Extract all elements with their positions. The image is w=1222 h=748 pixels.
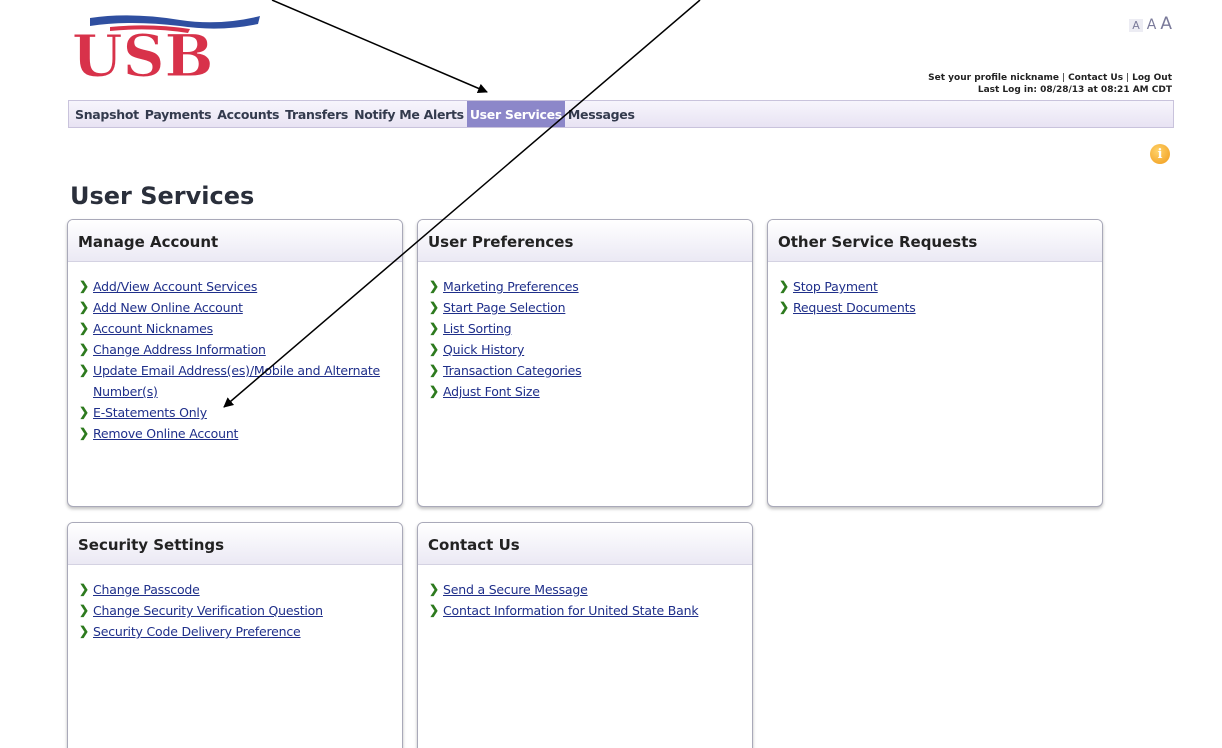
list-item: ❯ Quick History (429, 339, 742, 360)
list-item: ❯ Change Passcode (79, 579, 392, 600)
header-links: Set your profile nickname | Contact Us | Log… (928, 73, 1172, 95)
chevron-right-icon: ❯ (79, 321, 90, 335)
panel-title: User Preferences (418, 220, 752, 262)
chevron-right-icon: ❯ (79, 279, 90, 293)
chevron-right-icon: ❯ (79, 426, 90, 440)
chevron-right-icon: ❯ (79, 624, 90, 638)
set-nickname-link[interactable]: Set your profile nickname (928, 73, 1059, 83)
font-size-medium-button[interactable]: A (1147, 17, 1157, 33)
chevron-right-icon: ❯ (429, 321, 440, 335)
stop-payment-link[interactable]: Stop Payment (793, 276, 878, 297)
add-new-online-account-link[interactable]: Add New Online Account (93, 297, 243, 318)
account-nicknames-link[interactable]: Account Nicknames (93, 318, 213, 339)
nav-accounts[interactable]: Accounts (214, 101, 282, 127)
contact-us-link[interactable]: Contact Us (1068, 73, 1123, 83)
nav-notify-me-alerts[interactable]: Notify Me Alerts (351, 101, 467, 127)
send-secure-message-link[interactable]: Send a Secure Message (443, 579, 588, 600)
list-item: ❯ Add/View Account Services (79, 276, 392, 297)
nav-messages[interactable]: Messages (565, 101, 638, 127)
quick-history-link[interactable]: Quick History (443, 339, 524, 360)
list-item: ❯ Marketing Preferences (429, 276, 742, 297)
chevron-right-icon: ❯ (79, 603, 90, 617)
panel-title: Other Service Requests (768, 220, 1102, 262)
page-title: User Services (70, 182, 255, 210)
list-item: ❯ Security Code Delivery Preference (79, 621, 392, 642)
nav-user-services[interactable]: User Services (466, 101, 565, 127)
change-passcode-link[interactable]: Change Passcode (93, 579, 200, 600)
security-settings-panel: Security Settings ❯ Change Passcode ❯ Chan… (67, 522, 403, 748)
nav-snapshot[interactable]: Snapshot (69, 101, 142, 127)
font-size-control: A A A (1129, 14, 1172, 34)
info-icon[interactable]: i (1150, 144, 1170, 164)
list-item: ❯ List Sorting (429, 318, 742, 339)
nav-transfers[interactable]: Transfers (282, 101, 351, 127)
contact-information-link[interactable]: Contact Information for United State Ban… (443, 600, 699, 621)
chevron-right-icon: ❯ (79, 582, 90, 596)
other-service-requests-panel: Other Service Requests ❯ Stop Payment ❯ Re… (767, 219, 1103, 507)
security-code-delivery-link[interactable]: Security Code Delivery Preference (93, 621, 301, 642)
list-item: ❯ Transaction Categories (429, 360, 742, 381)
remove-online-account-link[interactable]: Remove Online Account (93, 423, 238, 444)
list-item: ❯ Contact Information for United State Ba… (429, 600, 742, 621)
font-size-large-button[interactable]: A (1160, 14, 1172, 34)
list-item: ❯ Send a Secure Message (429, 579, 742, 600)
list-item: ❯ Add New Online Account (79, 297, 392, 318)
contact-us-panel: Contact Us ❯ Send a Secure Message ❯ Conta… (417, 522, 753, 748)
list-item: ❯ Update Email Address(es)/Mobile and Alt… (79, 360, 392, 402)
log-out-link[interactable]: Log Out (1132, 73, 1172, 83)
panel-title: Security Settings (68, 523, 402, 565)
list-item: ❯ Remove Online Account (79, 423, 392, 444)
chevron-right-icon: ❯ (429, 603, 440, 617)
nav-payments[interactable]: Payments (142, 101, 214, 127)
update-email-link[interactable]: Update Email Address(es)/Mobile and Alte… (93, 360, 392, 402)
chevron-right-icon: ❯ (429, 582, 440, 596)
user-preferences-panel: User Preferences ❯ Marketing Preferences … (417, 219, 753, 507)
list-sorting-link[interactable]: List Sorting (443, 318, 512, 339)
panel-title: Manage Account (68, 220, 402, 262)
chevron-right-icon: ❯ (779, 300, 790, 314)
logo-text: USB (72, 22, 214, 84)
chevron-right-icon: ❯ (79, 342, 90, 356)
manage-account-panel: Manage Account ❯ Add/View Account Service… (67, 219, 403, 507)
change-address-link[interactable]: Change Address Information (93, 339, 266, 360)
list-item: ❯ Change Address Information (79, 339, 392, 360)
chevron-right-icon: ❯ (429, 279, 440, 293)
chevron-right-icon: ❯ (79, 405, 90, 419)
request-documents-link[interactable]: Request Documents (793, 297, 916, 318)
list-item: ❯ Account Nicknames (79, 318, 392, 339)
e-statements-only-link[interactable]: E-Statements Only (93, 402, 207, 423)
arrow-to-user-services (271, 0, 488, 94)
marketing-preferences-link[interactable]: Marketing Preferences (443, 276, 579, 297)
font-size-small-button[interactable]: A (1129, 19, 1143, 32)
last-login-text: Last Log in: 08/28/13 at 08:21 AM CDT (977, 85, 1172, 95)
chevron-right-icon: ❯ (429, 342, 440, 356)
list-item: ❯ Start Page Selection (429, 297, 742, 318)
main-nav: Snapshot Payments Accounts Transfers Not… (68, 100, 1174, 128)
list-item: ❯ Adjust Font Size (429, 381, 742, 402)
add-view-account-services-link[interactable]: Add/View Account Services (93, 276, 257, 297)
transaction-categories-link[interactable]: Transaction Categories (443, 360, 582, 381)
chevron-right-icon: ❯ (429, 300, 440, 314)
usb-logo[interactable]: USB (70, 14, 270, 84)
list-item: ❯ Change Security Verification Question (79, 600, 392, 621)
chevron-right-icon: ❯ (79, 363, 90, 377)
chevron-right-icon: ❯ (429, 384, 440, 398)
chevron-right-icon: ❯ (429, 363, 440, 377)
adjust-font-size-link[interactable]: Adjust Font Size (443, 381, 540, 402)
list-item: ❯ Stop Payment (779, 276, 1092, 297)
chevron-right-icon: ❯ (79, 300, 90, 314)
list-item: ❯ E-Statements Only (79, 402, 392, 423)
panel-title: Contact Us (418, 523, 752, 565)
chevron-right-icon: ❯ (779, 279, 790, 293)
start-page-selection-link[interactable]: Start Page Selection (443, 297, 566, 318)
list-item: ❯ Request Documents (779, 297, 1092, 318)
change-security-question-link[interactable]: Change Security Verification Question (93, 600, 323, 621)
